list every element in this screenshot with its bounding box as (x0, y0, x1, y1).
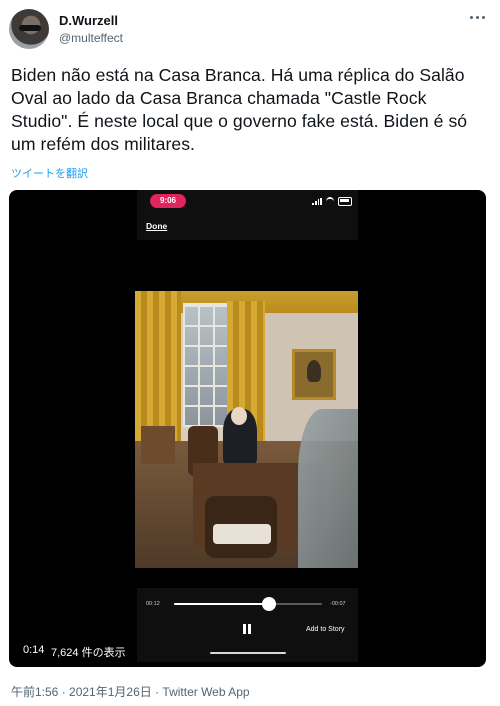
remaining-small: -00:07 (330, 601, 346, 607)
sunglasses-graphic (19, 25, 41, 31)
author-name[interactable]: D.Wurzell (59, 13, 118, 28)
status-time: 9:06 (150, 194, 186, 208)
add-to-story-button[interactable]: Add to Story (306, 626, 345, 633)
done-button[interactable]: Done (146, 221, 167, 231)
video-player[interactable]: 9:06 Done 00:12 -00:07 Add to Story 0:14… (9, 190, 486, 667)
battery-icon (337, 196, 352, 206)
author-handle[interactable]: @multeffect (59, 31, 123, 45)
scrubber[interactable] (174, 597, 322, 611)
home-indicator (210, 652, 286, 654)
video-time: 0:14 (23, 644, 45, 656)
scrubber-knob[interactable] (261, 597, 276, 611)
phone-video-controls: 00:12 -00:07 Add to Story (137, 588, 358, 662)
elapsed-small: 00:12 (146, 601, 160, 607)
view-count: 7,624 件の表示 (51, 647, 126, 659)
tweet-timestamp[interactable]: 午前1:56 · 2021年1月26日 · Twitter Web App (11, 683, 250, 700)
more-icon[interactable] (470, 12, 490, 22)
portrait-painting (292, 349, 336, 400)
translate-link[interactable]: ツイートを翻訳 (11, 165, 88, 181)
tweet-card: D.Wurzell @multeffect Biden não está na … (0, 0, 500, 706)
tweet-text: Biden não está na Casa Branca. Há uma ré… (11, 65, 468, 154)
avatar[interactable] (9, 9, 49, 49)
armchair (205, 496, 277, 558)
status-icons (312, 196, 352, 206)
pause-icon[interactable] (243, 624, 253, 634)
phone-status-area: 9:06 Done (137, 190, 358, 240)
wifi-icon (326, 196, 334, 206)
signal-icon (312, 197, 322, 205)
video-frame (135, 291, 358, 568)
